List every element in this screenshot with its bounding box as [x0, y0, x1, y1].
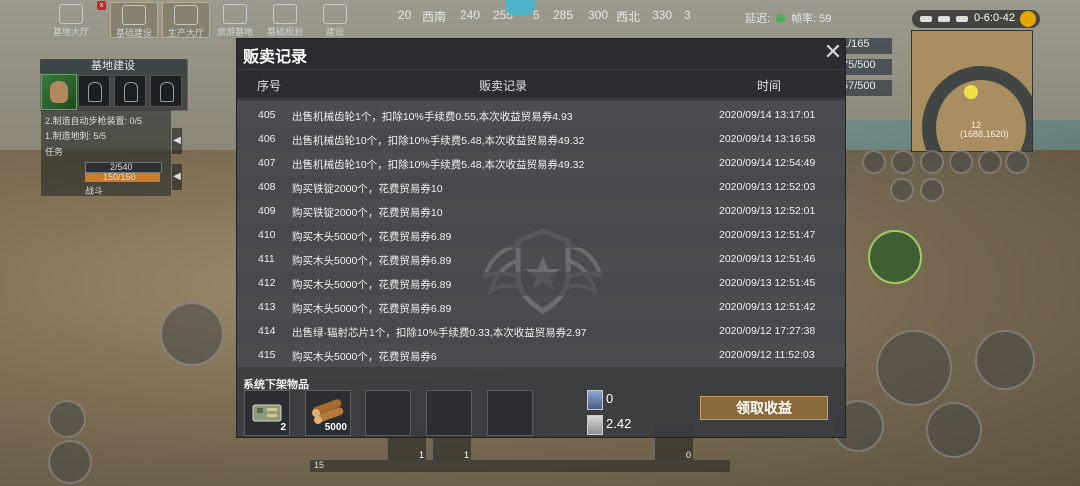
system-status-pill: 0-6:0-42 — [912, 10, 1040, 28]
quest-item: 2.制造自动步枪装置: 0/5 — [45, 116, 143, 126]
battery-icon — [956, 16, 968, 22]
jump-button[interactable] — [975, 330, 1035, 390]
signal-dot-icon — [776, 14, 786, 23]
trade-ticket-icon — [587, 390, 603, 410]
tab-production[interactable]: 生产大厅 — [162, 2, 210, 38]
exp-bar: 150/150 — [85, 172, 160, 182]
collect-earnings-button[interactable]: 领取收益 — [700, 396, 828, 420]
person-icon — [160, 82, 174, 102]
shield-icon[interactable] — [862, 150, 886, 174]
compass-tick: 20 — [398, 8, 412, 22]
stat-value: 1/165 — [838, 38, 892, 54]
wifi-icon — [920, 16, 932, 22]
stat-value: 57/500 — [838, 80, 892, 96]
companion-slot[interactable] — [78, 75, 110, 107]
signal-icon — [938, 16, 950, 22]
column-header-id: 序号 — [257, 79, 282, 93]
item-slot-wood-logs[interactable]: 5000 — [305, 390, 351, 436]
person-icon — [88, 82, 102, 102]
table-row: 412 购买木头5000个，花费贸易券6.89 2020/09/13 12:51:4… — [237, 272, 845, 296]
tab-plan[interactable]: 基础规划 — [262, 2, 308, 37]
companion-slot[interactable] — [114, 75, 146, 107]
blueprint-icon — [273, 4, 297, 24]
quest-tracker[interactable]: 2.制造自动步枪装置: 0/5 1.制造地刺: 5/5 任务 2/540 150… — [41, 110, 171, 196]
currency-a-value: 0 — [606, 391, 614, 406]
tab-construct[interactable]: 建设 — [312, 2, 358, 37]
pencil-icon[interactable] — [891, 150, 915, 174]
tab-base-build[interactable]: 基础建设 — [110, 2, 158, 38]
collapse-arrow-button[interactable]: ◀ — [172, 128, 182, 154]
close-button[interactable]: ✕ — [823, 41, 843, 63]
emote-icon[interactable] — [890, 178, 914, 202]
plane-icon — [223, 4, 247, 24]
column-header-time: 时间 — [757, 79, 782, 93]
compass-needle-icon — [505, 0, 535, 16]
status-tag: 战斗 — [85, 186, 104, 196]
quest-item: 1.制造地刺: 5/5 — [45, 131, 107, 141]
dialog-title: 贩卖记录 — [243, 49, 308, 66]
home-icon[interactable] — [978, 150, 1002, 174]
network-status: 延迟: 帧率: 59 — [745, 13, 832, 25]
column-header-record: 贩卖记录 — [479, 79, 528, 93]
currency-b-value: 2.42 — [606, 416, 632, 431]
biohazard-button[interactable] — [160, 302, 224, 366]
home-icon — [59, 4, 83, 24]
bottom-progress-bar: 15 — [310, 460, 730, 472]
whistle-button[interactable] — [48, 400, 86, 438]
gear-icon[interactable] — [1005, 150, 1029, 174]
build-icon — [122, 5, 146, 25]
table-row: 408 购买铁锭2000个，花费贸易券10 2020/09/13 12:52:03 — [237, 176, 845, 200]
item-slot-empty[interactable] — [426, 390, 472, 436]
tab-travel[interactable]: 旅游基地 — [212, 2, 258, 37]
minimap[interactable]: 12 (1688,1620) — [911, 30, 1033, 152]
base-panel-title: 基地建设 — [40, 59, 186, 73]
map-button[interactable] — [48, 440, 92, 484]
compass-tick: 西南 — [422, 10, 447, 24]
minimap-coordinates: (1688,1620) — [960, 129, 1009, 139]
sales-record-dialog: 贩卖记录 ✕ 序号 贩卖记录 时间 405 出售机械齿轮1个，扣除10%手续费0.… — [236, 38, 846, 438]
collapse-arrow-button[interactable]: ◀ — [172, 164, 182, 190]
attack-knife-button[interactable] — [876, 330, 952, 406]
trade-voucher-icon — [587, 415, 603, 435]
task-label: 任务 — [45, 147, 64, 157]
compass-tick: 240 — [460, 8, 481, 22]
notification-badge: x — [97, 1, 106, 10]
crouch-button[interactable] — [868, 230, 922, 284]
compass-bar: 20 西南 240 255 5 285 300 西北 330 3 — [390, 8, 700, 24]
table-row: 414 出售绿·辐射芯片1个，扣除10%手续费0.33,本次收益贸易券2.97 20… — [237, 320, 845, 344]
item-slot-circuit-board[interactable]: 2 — [244, 390, 290, 436]
hammer-icon — [323, 4, 347, 24]
flag-icon[interactable] — [920, 150, 944, 174]
companion-slot[interactable] — [150, 75, 182, 107]
table-row: 406 出售机械齿轮10个，扣除10%手续费5.48,本次收益贸易券49.32 20… — [237, 128, 845, 152]
dialog-header: 贩卖记录 ✕ — [237, 39, 845, 69]
records-table[interactable]: 405 出售机械齿轮1个，扣除10%手续费0.55,本次收益贸易券4.93 2020… — [237, 101, 845, 367]
item-slot-empty[interactable] — [487, 390, 533, 436]
compass-tick: 西北 — [616, 10, 641, 24]
book-icon — [174, 5, 198, 25]
compass-tick: 285 — [553, 8, 574, 22]
table-row: 415 购买木头5000个，花费贸易券6 2020/09/12 11:52:03 — [258, 349, 815, 363]
table-header: 序号 贩卖记录 时间 — [237, 70, 845, 98]
prone-button[interactable] — [926, 402, 982, 458]
table-row: 413 购买木头5000个，花费贸易券6.89 2020/09/13 12:51:4… — [258, 301, 816, 315]
item-slot-empty[interactable] — [365, 390, 411, 436]
table-row: 407 出售机械齿轮10个，扣除10%手续费5.48,本次收益贸易券49.32 20… — [258, 157, 816, 171]
person-icon — [124, 82, 138, 102]
compass-tick: 300 — [588, 8, 609, 22]
table-row: 409 购买铁锭2000个，花费贸易券10 2020/09/13 12:52:01 — [258, 205, 816, 219]
tab-base-hall[interactable]: 基地大厅 — [48, 2, 94, 37]
stat-value: 75/500 — [838, 59, 892, 75]
table-row: 410 购买木头5000个，花费贸易券6.89 2020/09/13 12:51:4… — [237, 224, 845, 248]
compass-tick: 3 — [684, 8, 691, 22]
coin-icon[interactable] — [1020, 11, 1036, 27]
player-location-icon — [964, 85, 978, 99]
bag-icon[interactable] — [949, 150, 973, 174]
compass-tick: 330 — [652, 8, 673, 22]
table-row: 405 出售机械齿轮1个，扣除10%手续费0.55,本次收益贸易券4.93 2020… — [258, 109, 816, 123]
location-icon[interactable] — [920, 178, 944, 202]
player-avatar[interactable] — [41, 74, 77, 110]
table-row: 411 购买木头5000个，花费贸易券6.89 2020/09/13 12:51:4… — [258, 253, 816, 267]
